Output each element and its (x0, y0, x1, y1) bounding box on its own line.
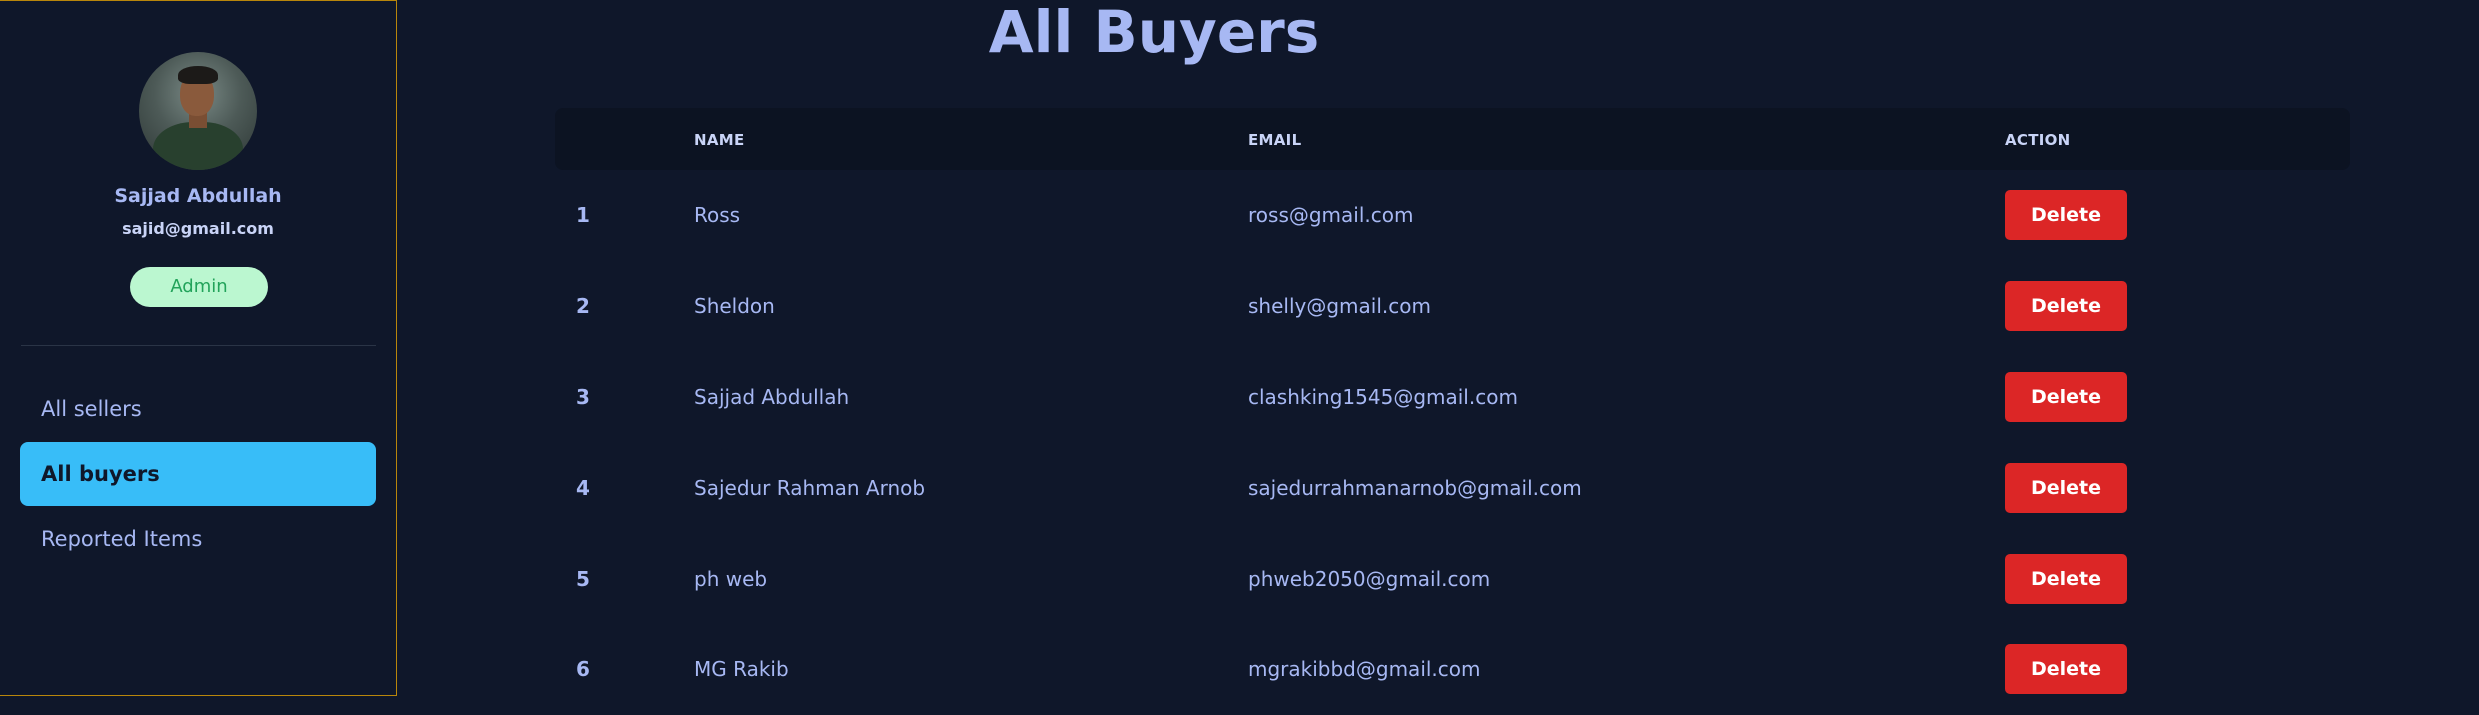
row-index: 3 (576, 385, 590, 409)
table-header (555, 108, 2350, 170)
buyer-email: mgrakibbd@gmail.com (1248, 657, 1481, 681)
column-header-name: NAME (694, 131, 745, 149)
avatar (139, 52, 257, 170)
buyer-email: sajedurrahmanarnob@gmail.com (1248, 476, 1582, 500)
row-index: 6 (576, 657, 590, 681)
buyer-name: Sajedur Rahman Arnob (694, 476, 926, 500)
role-badge: Admin (130, 267, 268, 307)
sidebar-item-all-sellers[interactable]: All sellers (20, 377, 376, 441)
column-header-email: EMAIL (1248, 131, 1302, 149)
buyer-name: MG Rakib (694, 657, 789, 681)
buyer-name: ph web (694, 567, 768, 591)
sidebar-divider (21, 345, 376, 346)
sidebar: Sajjad Abdullah sajid@gmail.com Admin Al… (0, 0, 397, 696)
row-index: 2 (576, 294, 590, 318)
table-row: 2 Sheldon shelly@gmail.com Delete (555, 261, 2350, 352)
user-name: Sajjad Abdullah (114, 185, 282, 207)
buyer-name: Sheldon (694, 294, 775, 318)
buyer-email: clashking1545@gmail.com (1248, 385, 1518, 409)
row-index: 4 (576, 476, 590, 500)
sidebar-item-reported-items[interactable]: Reported Items (20, 507, 376, 571)
table-row: 5 ph web phweb2050@gmail.com Delete (555, 534, 2350, 625)
buyer-email: ross@gmail.com (1248, 203, 1414, 227)
column-header-action: ACTION (2005, 131, 2071, 149)
row-index: 1 (576, 203, 590, 227)
delete-button[interactable]: Delete (2005, 554, 2127, 604)
buyer-name: Ross (694, 203, 741, 227)
buyer-name: Sajjad Abdullah (694, 385, 850, 409)
table-row: 6 MG Rakib mgrakibbd@gmail.com Delete (555, 624, 2350, 715)
delete-button[interactable]: Delete (2005, 372, 2127, 422)
delete-button[interactable]: Delete (2005, 281, 2127, 331)
table-row: 1 Ross ross@gmail.com Delete (555, 170, 2350, 261)
delete-button[interactable]: Delete (2005, 463, 2127, 513)
delete-button[interactable]: Delete (2005, 190, 2127, 240)
buyer-email: phweb2050@gmail.com (1248, 567, 1491, 591)
table-row: 3 Sajjad Abdullah clashking1545@gmail.co… (555, 352, 2350, 443)
page-title: All Buyers (988, 0, 1320, 66)
sidebar-item-all-buyers[interactable]: All buyers (20, 442, 376, 506)
row-index: 5 (576, 567, 590, 591)
user-email: sajid@gmail.com (122, 219, 274, 238)
table-row: 4 Sajedur Rahman Arnob sajedurrahmanarno… (555, 443, 2350, 534)
delete-button[interactable]: Delete (2005, 644, 2127, 694)
buyer-email: shelly@gmail.com (1248, 294, 1431, 318)
